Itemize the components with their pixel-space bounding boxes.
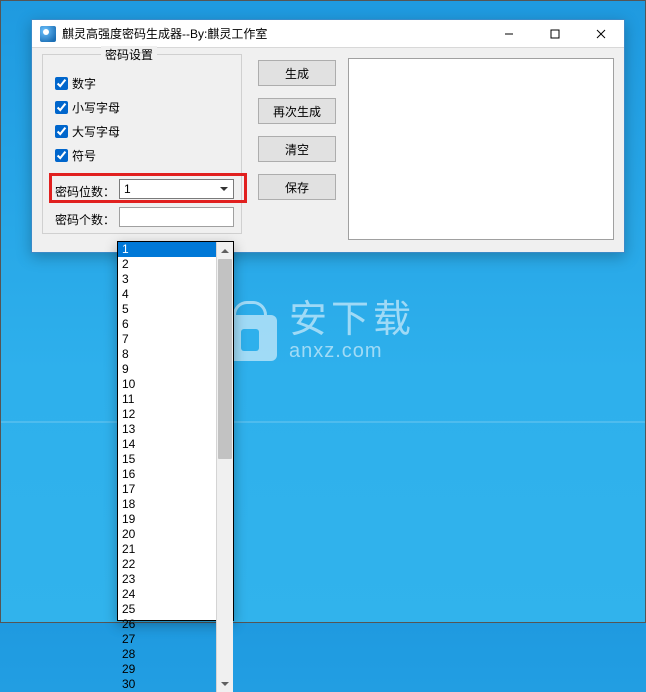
checkbox-symbols-label: 符号 — [72, 147, 96, 164]
checkbox-digits-label: 数字 — [72, 75, 96, 92]
scroll-thumb[interactable] — [218, 259, 232, 459]
generate-button[interactable]: 生成 — [258, 60, 336, 86]
dropdown-scrollbar[interactable] — [216, 242, 233, 692]
watermark-text-cn: 安下载 — [289, 301, 415, 339]
count-input[interactable] — [119, 207, 234, 227]
length-combobox[interactable]: 1 — [119, 179, 234, 199]
checkbox-symbols-input[interactable] — [55, 149, 68, 162]
checkbox-uppercase[interactable]: 大写字母 — [55, 123, 120, 140]
checkbox-uppercase-input[interactable] — [55, 125, 68, 138]
maximize-button[interactable] — [532, 20, 578, 47]
app-window: 麒灵高强度密码生成器--By:麒灵工作室 密码设置 数字 小写字母 — [31, 19, 625, 253]
clear-button[interactable]: 清空 — [258, 136, 336, 162]
count-label: 密码个数： — [55, 211, 115, 228]
scroll-down-icon[interactable] — [217, 675, 233, 692]
regenerate-button[interactable]: 再次生成 — [258, 98, 336, 124]
checkbox-digits[interactable]: 数字 — [55, 75, 96, 92]
checkbox-lowercase-input[interactable] — [55, 101, 68, 114]
output-textarea[interactable] — [348, 58, 614, 240]
close-button[interactable] — [578, 20, 624, 47]
scroll-up-icon[interactable] — [217, 242, 233, 259]
length-label: 密码位数： — [55, 183, 115, 200]
titlebar[interactable]: 麒灵高强度密码生成器--By:麒灵工作室 — [32, 20, 624, 48]
minimize-button[interactable] — [486, 20, 532, 47]
watermark-text-url: anxz.com — [289, 341, 415, 361]
checkbox-symbols[interactable]: 符号 — [55, 147, 96, 164]
length-dropdown-list[interactable]: 1234567891011121314151617181920212223242… — [117, 241, 234, 621]
watermark: 安下载 anxz.com — [221, 301, 415, 361]
checkbox-digits-input[interactable] — [55, 77, 68, 90]
length-combobox-value: 1 — [124, 182, 131, 196]
window-title: 麒灵高强度密码生成器--By:麒灵工作室 — [62, 25, 486, 42]
chevron-down-icon — [216, 181, 232, 197]
groupbox-legend: 密码设置 — [101, 46, 157, 63]
settings-groupbox: 密码设置 数字 小写字母 大写字母 符号 密码位数： 1 — [42, 54, 242, 234]
app-icon — [40, 26, 56, 42]
save-button[interactable]: 保存 — [258, 174, 336, 200]
checkbox-lowercase[interactable]: 小写字母 — [55, 99, 120, 116]
checkbox-uppercase-label: 大写字母 — [72, 123, 120, 140]
checkbox-lowercase-label: 小写字母 — [72, 99, 120, 116]
